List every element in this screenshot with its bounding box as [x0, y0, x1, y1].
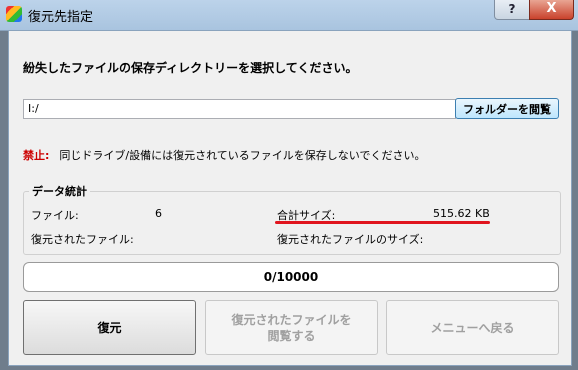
- warning-text: 同じドライブ/設備には復元されているファイルを保存しないでください。: [59, 149, 426, 162]
- warning-label: 禁止:: [23, 149, 50, 162]
- warning-message: 禁止: 同じドライブ/設備には復元されているファイルを保存しないでください。: [23, 147, 425, 163]
- files-label: ファイル:: [31, 209, 79, 222]
- progress-bar: 0/10000: [23, 262, 559, 292]
- data-statistics-title: データ統計: [29, 183, 90, 199]
- window-title: 復元先指定: [28, 10, 94, 25]
- browse-recovered-files-button[interactable]: 復元されたファイルを 閲覧する: [205, 300, 378, 355]
- dialog-body: 紛失したファイルの保存ディレクトリーを選択してください。 フォルダーを閲覧 禁止…: [8, 30, 572, 366]
- back-to-menu-button[interactable]: メニューへ戻る: [386, 300, 559, 355]
- browse-folder-button[interactable]: フォルダーを閲覧: [455, 98, 559, 119]
- red-annotation-underline: [275, 221, 490, 224]
- instruction-heading: 紛失したファイルの保存ディレクトリーを選択してください。: [23, 61, 358, 75]
- close-button[interactable]: X: [529, 0, 574, 20]
- recovered-size-label: 復元されたファイルのサイズ:: [277, 233, 424, 246]
- title-bar: 復元先指定 ? X: [0, 0, 578, 31]
- app-icon: [6, 6, 22, 22]
- browse-recovered-files-label: 復元されたファイルを 閲覧する: [231, 312, 352, 343]
- files-value: 6: [155, 207, 162, 220]
- restore-button[interactable]: 復元: [23, 300, 196, 355]
- restore-button-label: 復元: [97, 320, 122, 335]
- total-size-value: 515.62 KB: [433, 207, 490, 220]
- help-button[interactable]: ?: [494, 0, 530, 20]
- path-input[interactable]: [23, 99, 456, 119]
- progress-text: 0/10000: [263, 270, 319, 284]
- recovered-files-label: 復元されたファイル:: [31, 233, 134, 246]
- back-to-menu-label: メニューへ戻る: [430, 320, 515, 335]
